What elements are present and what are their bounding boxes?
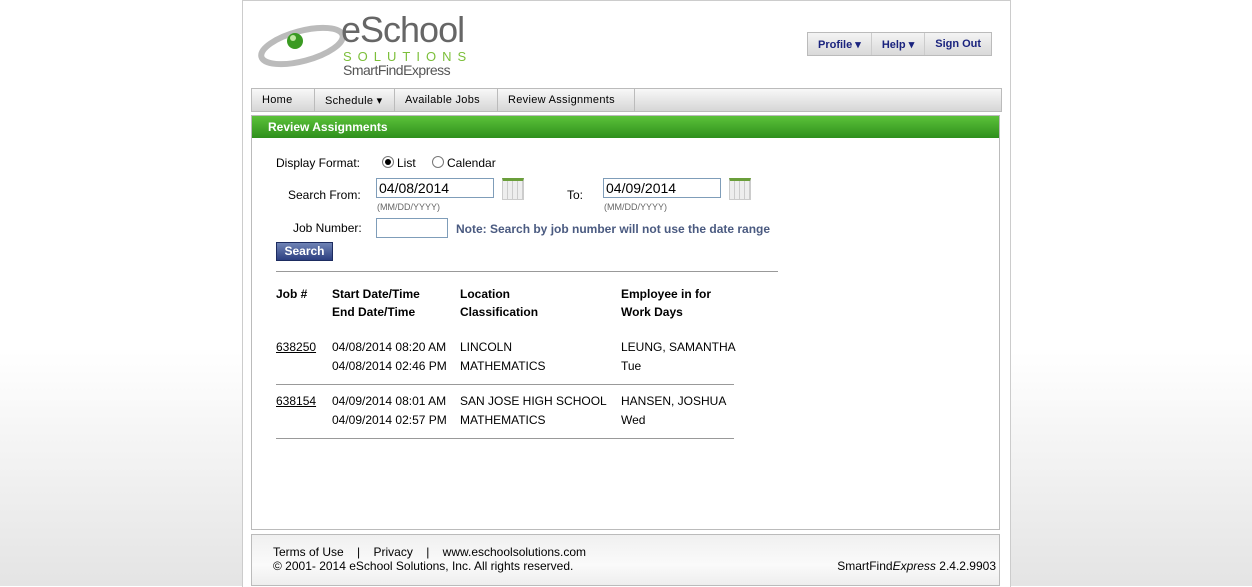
search-from-input[interactable]: 04/08/2014: [376, 178, 494, 198]
row-divider: [276, 438, 734, 439]
main-nav: Home Schedule ▾ Available Jobs Review As…: [251, 88, 1002, 112]
radio-checked-icon: [382, 156, 394, 168]
row-divider: [276, 384, 734, 385]
nav-review-assignments[interactable]: Review Assignments: [498, 89, 635, 111]
location: LINCOLN: [460, 340, 513, 354]
calendar-picker-icon[interactable]: [729, 178, 751, 200]
radio-unchecked-icon: [432, 156, 444, 168]
work-days: Tue: [621, 359, 642, 373]
search-button[interactable]: Search: [276, 242, 333, 261]
sign-out-button[interactable]: Sign Out: [925, 33, 991, 55]
from-date-hint: (MM/DD/YYYY): [377, 202, 440, 212]
version-name: SmartFind: [837, 559, 893, 573]
search-from-label: Search From:: [288, 188, 361, 202]
version-name-italic: Express: [892, 559, 936, 573]
copyright: © 2001- 2014 eSchool Solutions, Inc. All…: [273, 559, 574, 573]
col-job: Job #: [276, 287, 308, 301]
privacy-link[interactable]: Privacy: [374, 545, 413, 559]
start-time: 04/08/2014 08:20 AM: [332, 340, 447, 354]
nav-available-jobs[interactable]: Available Jobs: [395, 89, 498, 111]
job-number-input[interactable]: [376, 218, 448, 238]
col-employee: Employee in for: [621, 287, 712, 301]
separator: |: [426, 545, 430, 559]
employee: LEUNG, SAMANTHA: [621, 340, 736, 354]
col-start: Start Date/Time: [332, 287, 420, 301]
job-number-label: Job Number:: [293, 221, 362, 235]
classification: MATHEMATICS: [460, 413, 546, 427]
website-link[interactable]: www.eschoolsolutions.com: [443, 545, 586, 559]
help-menu[interactable]: Help ▾: [872, 33, 926, 55]
divider: [276, 271, 778, 272]
version-number: 2.4.2.9903: [939, 559, 996, 573]
classification: MATHEMATICS: [460, 359, 546, 373]
work-days: Wed: [621, 413, 646, 427]
radio-calendar[interactable]: Calendar: [432, 156, 496, 170]
employee: HANSEN, JOSHUA: [621, 394, 727, 408]
col-days: Work Days: [621, 305, 683, 319]
nav-schedule[interactable]: Schedule ▾: [315, 89, 395, 111]
start-time: 04/09/2014 08:01 AM: [332, 394, 447, 408]
col-classification: Classification: [460, 305, 539, 319]
footer-links: Terms of Use | Privacy | www.eschoolsolu…: [273, 545, 586, 559]
profile-menu[interactable]: Profile ▾: [808, 33, 872, 55]
to-label: To:: [567, 188, 584, 202]
calendar-label: Calendar: [447, 156, 496, 170]
top-menu: Profile ▾ Help ▾ Sign Out: [807, 32, 993, 56]
job-link[interactable]: 638154: [276, 392, 316, 411]
to-date-hint: (MM/DD/YYYY): [604, 202, 667, 212]
calendar-picker-icon[interactable]: [502, 178, 524, 200]
version: SmartFindExpress 2.4.2.9903: [837, 559, 996, 573]
content-panel: Review Assignments Display Format: List …: [251, 115, 1000, 530]
footer: Terms of Use | Privacy | www.eschoolsolu…: [251, 534, 1000, 586]
separator: |: [357, 545, 361, 559]
job-link[interactable]: 638250: [276, 338, 316, 357]
logo-brand: eSchool: [341, 9, 465, 50]
terms-link[interactable]: Terms of Use: [273, 545, 344, 559]
page: eSchool SOLUTIONS SmartFindExpress Profi…: [242, 0, 1011, 587]
eye-swoosh-icon: [258, 24, 346, 68]
nav-home[interactable]: Home: [252, 89, 315, 111]
end-time: 04/09/2014 02:57 PM: [332, 413, 447, 427]
job-number-note: Note: Search by job number will not use …: [456, 222, 771, 236]
logo-product: SmartFindExpress: [343, 62, 451, 78]
list-label: List: [397, 156, 416, 170]
search-to-input[interactable]: 04/09/2014: [603, 178, 721, 198]
section-title: Review Assignments: [252, 116, 999, 138]
col-location: Location: [460, 287, 510, 301]
location: SAN JOSE HIGH SCHOOL: [460, 394, 607, 408]
display-format-label: Display Format:: [276, 156, 361, 170]
radio-list[interactable]: List: [382, 156, 416, 170]
col-end: End Date/Time: [332, 305, 416, 319]
end-time: 04/08/2014 02:46 PM: [332, 359, 447, 373]
eschool-logo: eSchool SOLUTIONS SmartFindExpress: [257, 9, 466, 79]
